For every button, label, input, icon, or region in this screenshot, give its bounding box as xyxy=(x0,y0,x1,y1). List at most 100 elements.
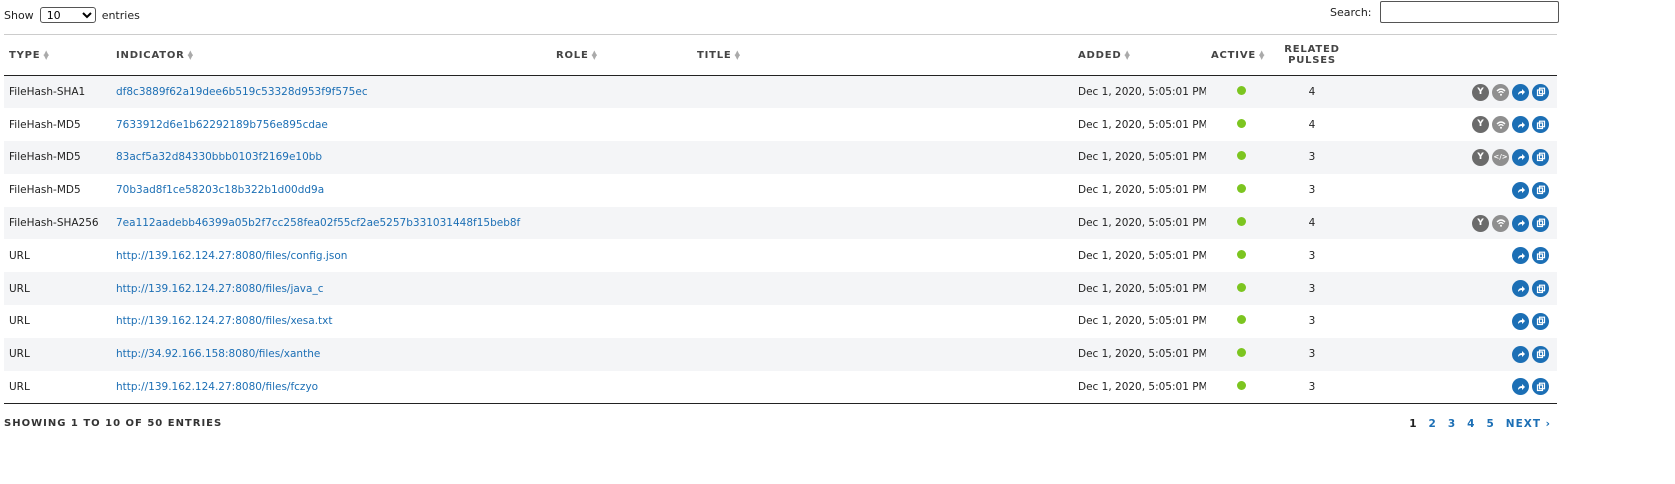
page-link-5[interactable]: 5 xyxy=(1486,418,1494,430)
indicator-link[interactable]: df8c3889f62a19dee6b519c53328d953f9f575ec xyxy=(111,76,551,109)
yara-icon[interactable]: Y xyxy=(1472,83,1489,101)
active-cell xyxy=(1206,239,1277,272)
share-icon[interactable] xyxy=(1512,280,1529,298)
wifi-icon[interactable] xyxy=(1492,83,1509,101)
search-input[interactable] xyxy=(1379,1,1559,23)
share-icon[interactable] xyxy=(1512,181,1529,199)
page-link-3[interactable]: 3 xyxy=(1448,418,1456,430)
title-cell xyxy=(692,305,1073,338)
yara-icon[interactable]: Y xyxy=(1472,116,1489,134)
share-icon[interactable] xyxy=(1512,247,1529,265)
indicator-link[interactable]: 83acf5a32d84330bbb0103f2169e10bb xyxy=(111,141,551,174)
share-icon[interactable] xyxy=(1512,148,1529,166)
indicator-link[interactable]: 7633912d6e1b62292189b756e895cdae xyxy=(111,108,551,141)
yara-icon[interactable]: Y xyxy=(1472,214,1489,232)
role-cell xyxy=(551,305,692,338)
col-type[interactable]: TYPE ▲ ▼ xyxy=(4,35,111,76)
type-cell: FileHash-MD5 xyxy=(9,118,81,131)
added-cell: Dec 1, 2020, 5:05:01 PM xyxy=(1078,315,1206,328)
col-title[interactable]: TITLE ▲ ▼ xyxy=(692,35,1073,76)
copy-icon[interactable] xyxy=(1532,345,1549,363)
pulses-cell: 3 xyxy=(1308,151,1316,164)
table-row: FileHash-MD5 83acf5a32d84330bbb0103f2169e… xyxy=(4,141,1557,174)
share-icon[interactable] xyxy=(1512,116,1529,134)
entries-select[interactable]: 10 xyxy=(39,7,96,23)
next-label: NEXT xyxy=(1505,418,1542,430)
actions-cell xyxy=(1347,174,1557,207)
title-cell xyxy=(692,272,1073,305)
active-cell xyxy=(1206,371,1277,404)
indicator-link[interactable]: 70b3ad8f1ce58203c18b322b1d00dd9a xyxy=(111,174,551,207)
added-cell: Dec 1, 2020, 5:05:01 PM xyxy=(1078,151,1206,164)
active-status-dot xyxy=(1237,86,1246,96)
type-cell: FileHash-SHA1 xyxy=(9,86,86,99)
sort-icon: ▲ ▼ xyxy=(43,48,50,61)
copy-icon[interactable] xyxy=(1532,181,1549,199)
sort-icon: ▲ ▼ xyxy=(187,48,194,61)
copy-icon[interactable] xyxy=(1532,83,1549,101)
copy-icon[interactable] xyxy=(1532,378,1549,396)
active-status-dot xyxy=(1237,151,1246,161)
actions-cell xyxy=(1347,305,1557,338)
table-row: URL http://34.92.166.158:8080/files/xanth… xyxy=(4,337,1557,371)
role-cell xyxy=(551,207,692,240)
pulses-cell: 4 xyxy=(1308,118,1316,131)
table-info: SHOWING 1 TO 10 OF 50 ENTRIES xyxy=(4,418,223,429)
page-link-4[interactable]: 4 xyxy=(1467,418,1475,430)
table-row: FileHash-MD5 7633912d6e1b62292189b756e895… xyxy=(4,108,1557,141)
indicator-link[interactable]: http://139.162.124.27:8080/files/fczyo xyxy=(111,371,551,404)
share-icon[interactable] xyxy=(1512,345,1529,363)
col-role[interactable]: ROLE ▲ ▼ xyxy=(551,35,692,76)
share-icon[interactable] xyxy=(1512,214,1529,232)
added-cell: Dec 1, 2020, 5:05:01 PM xyxy=(1078,118,1206,131)
type-cell: FileHash-SHA256 xyxy=(9,217,99,230)
copy-icon[interactable] xyxy=(1532,247,1549,265)
col-active[interactable]: ACTIVE ▲ ▼ xyxy=(1206,35,1277,76)
entries-length-control: Show 10 entries xyxy=(4,4,140,26)
share-icon[interactable] xyxy=(1512,312,1529,330)
copy-icon[interactable] xyxy=(1532,214,1549,232)
active-status-dot xyxy=(1237,380,1246,390)
copy-icon[interactable] xyxy=(1532,116,1549,134)
page-link-1[interactable]: 1 xyxy=(1409,418,1417,430)
page-link-2[interactable]: 2 xyxy=(1429,418,1437,430)
next-page-button[interactable]: NEXT › xyxy=(1506,418,1551,430)
role-cell xyxy=(551,338,692,371)
wifi-icon[interactable] xyxy=(1492,214,1509,232)
share-icon[interactable] xyxy=(1512,378,1529,396)
col-indicator[interactable]: INDICATOR ▲ ▼ xyxy=(111,35,551,76)
actions-cell xyxy=(1347,272,1557,305)
indicator-link[interactable]: http://139.162.124.27:8080/files/xesa.tx… xyxy=(111,305,551,338)
role-cell xyxy=(551,371,692,404)
type-cell: URL xyxy=(9,348,30,361)
code-icon[interactable]: </> xyxy=(1492,148,1509,166)
added-cell: Dec 1, 2020, 5:05:01 PM xyxy=(1078,217,1206,230)
active-status-dot xyxy=(1237,348,1246,358)
indicator-link[interactable]: 7ea112aadebb46399a05b2f7cc258fea02f55cf2… xyxy=(111,207,551,240)
active-status-dot xyxy=(1237,315,1246,325)
pulses-cell: 3 xyxy=(1308,380,1316,393)
table-row: URL http://139.162.124.27:8080/files/xesa… xyxy=(4,305,1557,338)
added-cell: Dec 1, 2020, 5:05:01 PM xyxy=(1078,348,1206,361)
indicator-link[interactable]: http://34.92.166.158:8080/files/xanthe xyxy=(111,338,551,371)
col-added[interactable]: ADDED ▲ ▼ xyxy=(1073,35,1206,76)
copy-icon[interactable] xyxy=(1532,280,1549,298)
active-status-dot xyxy=(1237,184,1246,194)
indicator-link[interactable]: http://139.162.124.27:8080/files/config.… xyxy=(111,239,551,272)
copy-icon[interactable] xyxy=(1532,148,1549,166)
copy-icon[interactable] xyxy=(1532,312,1549,330)
indicators-table: TYPE ▲ ▼ INDICATOR ▲ ▼ ROLE ▲ ▼ TITLE ▲ ▼ ADDED ▲… xyxy=(4,34,1557,404)
table-row: URL http://139.162.124.27:8080/files/conf… xyxy=(4,239,1557,272)
active-status-dot xyxy=(1237,282,1246,292)
share-icon[interactable] xyxy=(1512,83,1529,101)
active-status-dot xyxy=(1237,217,1246,227)
yara-icon[interactable]: Y xyxy=(1472,148,1489,166)
sort-icon: ▲ ▼ xyxy=(591,48,598,61)
indicator-link[interactable]: http://139.162.124.27:8080/files/java_c xyxy=(111,272,551,305)
col-actions xyxy=(1347,35,1557,76)
wifi-icon[interactable] xyxy=(1492,116,1509,134)
actions-cell: Y xyxy=(1347,207,1557,240)
active-cell xyxy=(1206,174,1277,207)
role-cell xyxy=(551,239,692,272)
table-row: FileHash-SHA256 7ea112aadebb46399a05b2f7c… xyxy=(4,206,1557,240)
